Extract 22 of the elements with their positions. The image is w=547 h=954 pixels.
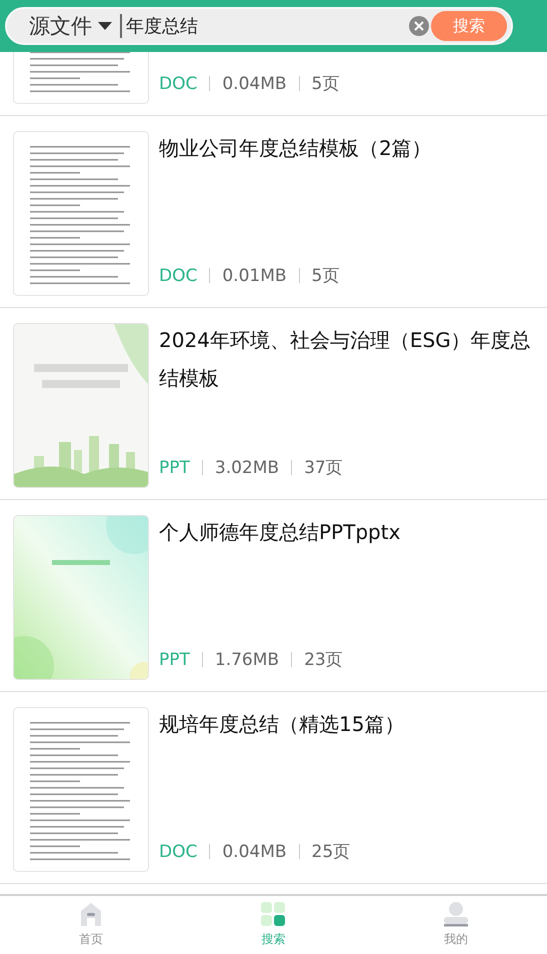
- file-format: PPT: [159, 458, 190, 478]
- document-title[interactable]: 2024年环境、社会与治理（ESG）年度总结模板: [159, 321, 537, 397]
- search-field[interactable]: 源文件 年度总结 搜索: [5, 7, 513, 45]
- page-count: 25页: [312, 841, 350, 863]
- page-count: 37页: [304, 457, 343, 479]
- file-format: DOC: [159, 74, 198, 94]
- document-title[interactable]: 个人师德年度总结PPTpptx: [159, 513, 537, 551]
- document-title[interactable]: 物业公司年度总结模板（2篇）: [159, 129, 537, 167]
- file-size: 0.04MB: [222, 74, 287, 94]
- search-query: 年度总结: [126, 15, 199, 38]
- file-size: 1.76MB: [214, 650, 280, 670]
- file-format: DOC: [159, 266, 198, 286]
- page-count: 5页: [312, 265, 340, 287]
- file-format: PPT: [159, 650, 190, 670]
- page-count: 5页: [312, 73, 340, 95]
- scope-dropdown[interactable]: 源文件: [29, 12, 112, 40]
- file-format: DOC: [159, 842, 198, 862]
- file-size: 0.01MB: [222, 266, 287, 286]
- page-count: 23页: [304, 649, 343, 671]
- file-size: 0.04MB: [222, 842, 287, 862]
- document-title[interactable]: 规培年度总结（精选15篇）: [159, 705, 537, 743]
- file-size: 3.02MB: [214, 458, 280, 478]
